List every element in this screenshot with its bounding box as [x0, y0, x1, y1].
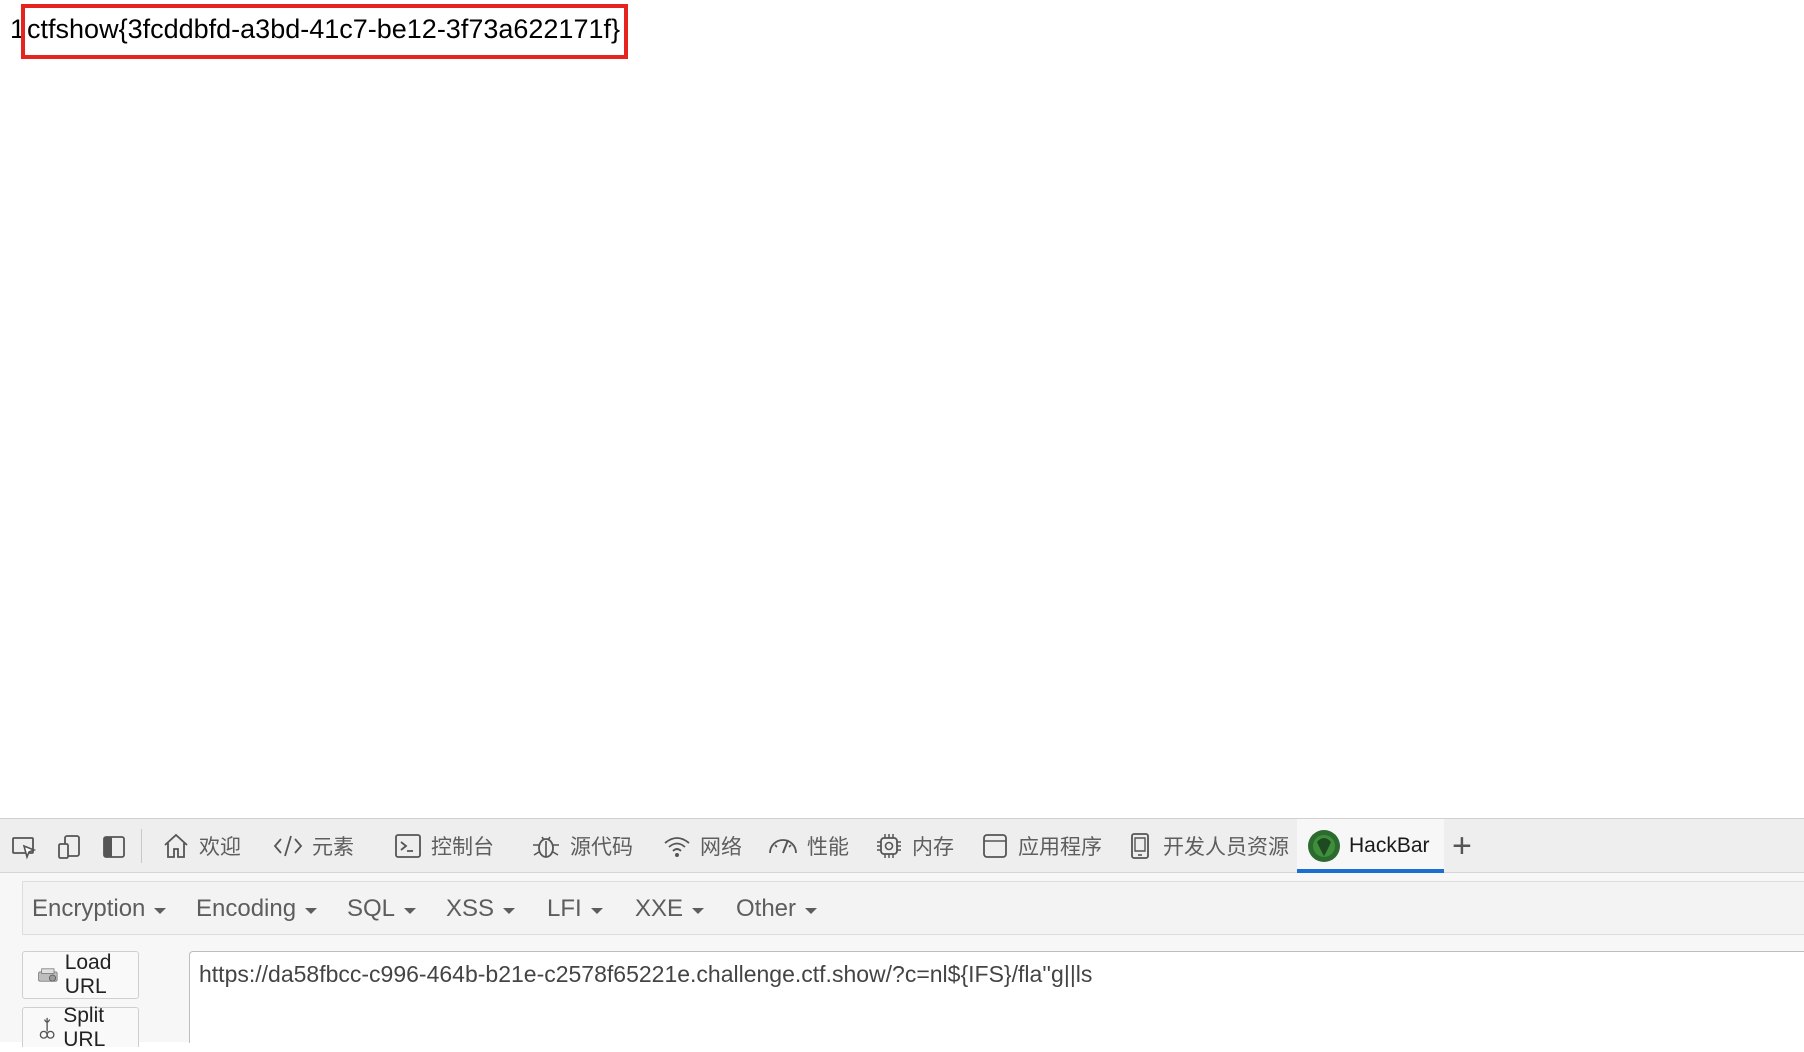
hackbar-toolbar: Encryption Encoding SQL XSS LFI XXE Othe… [22, 881, 1804, 935]
caret-down-icon [404, 907, 417, 914]
tab-label: 元素 [312, 836, 354, 859]
tab-hackbar[interactable]: HackBar [1297, 819, 1444, 873]
tab-performance[interactable]: 性能 [767, 819, 849, 873]
window-icon [983, 834, 1007, 858]
home-icon [164, 833, 188, 858]
split-url-label: Split URL [63, 1003, 106, 1051]
tab-developer-resources[interactable]: 开发人员资源 [1125, 819, 1289, 873]
tab-network[interactable]: 网络 [662, 819, 742, 873]
tab-label: 控制台 [431, 836, 494, 859]
wifi-icon [664, 837, 690, 857]
tab-console[interactable]: 控制台 [393, 819, 494, 873]
chip-icon [877, 834, 901, 858]
page-content: 1ctfshow{3fcddbfd-a3bd-41c7-be12-3f73a62… [0, 0, 1804, 818]
devtools-tabbar: 欢迎 元素 控制台 源代码 网络 性能 内存 应用程序 开发人员资源 HackB… [0, 819, 1804, 873]
caret-down-icon [692, 907, 705, 914]
menu-sql[interactable]: SQL [347, 882, 417, 936]
toolbar-separator [141, 829, 142, 863]
gauge-icon [769, 839, 797, 854]
tab-label: 内存 [912, 836, 954, 859]
console-icon [395, 834, 421, 858]
menu-other[interactable]: Other [736, 882, 818, 936]
tab-sources[interactable]: 源代码 [530, 819, 633, 873]
tab-label: 欢迎 [199, 836, 241, 859]
load-url-button[interactable]: Load URL [22, 951, 139, 999]
caret-down-icon [154, 907, 167, 914]
split-url-button[interactable]: Split URL [22, 1004, 139, 1051]
url-input[interactable]: https://da58fbcc-c996-464b-b21e-c2578f65… [189, 951, 1804, 1043]
load-url-icon [38, 968, 58, 982]
menu-encoding[interactable]: Encoding [196, 882, 318, 936]
flag-highlight-box [21, 4, 628, 59]
devtools-panel: 欢迎 元素 控制台 源代码 网络 性能 内存 应用程序 开发人员资源 HackB… [0, 818, 1804, 1051]
tab-label: 网络 [700, 836, 742, 859]
bug-icon [533, 836, 559, 858]
hackbar-logo-icon [1308, 830, 1340, 862]
menu-xss[interactable]: XSS [446, 882, 516, 936]
inspect-element-icon[interactable] [10, 833, 38, 861]
phone-book-icon [1131, 833, 1149, 859]
tab-label: 源代码 [570, 836, 633, 859]
active-tab-indicator [1297, 869, 1444, 873]
tab-memory[interactable]: 内存 [874, 819, 954, 873]
caret-down-icon [590, 907, 603, 914]
code-icon [273, 835, 303, 857]
tab-label: 应用程序 [1018, 836, 1102, 859]
add-tab-icon[interactable]: + [1452, 827, 1472, 866]
device-emulation-icon[interactable] [56, 833, 84, 861]
caret-down-icon [305, 907, 318, 914]
load-url-label: Load URL [64, 951, 112, 998]
tab-elements[interactable]: 元素 [272, 819, 354, 873]
tab-label: 开发人员资源 [1163, 836, 1289, 859]
caret-down-icon [805, 907, 818, 914]
tab-application[interactable]: 应用程序 [980, 819, 1102, 873]
tab-welcome[interactable]: 欢迎 [161, 819, 241, 873]
menu-lfi[interactable]: LFI [547, 882, 603, 936]
caret-down-icon [503, 907, 516, 914]
menu-encryption[interactable]: Encryption [32, 882, 167, 936]
url-value[interactable]: https://da58fbcc-c996-464b-b21e-c2578f65… [199, 961, 1092, 988]
tab-label: HackBar [1349, 834, 1430, 857]
menu-xxe[interactable]: XXE [635, 882, 705, 936]
dock-side-icon[interactable] [100, 833, 128, 861]
scissors-icon [39, 1017, 55, 1039]
tab-label: 性能 [807, 836, 849, 859]
